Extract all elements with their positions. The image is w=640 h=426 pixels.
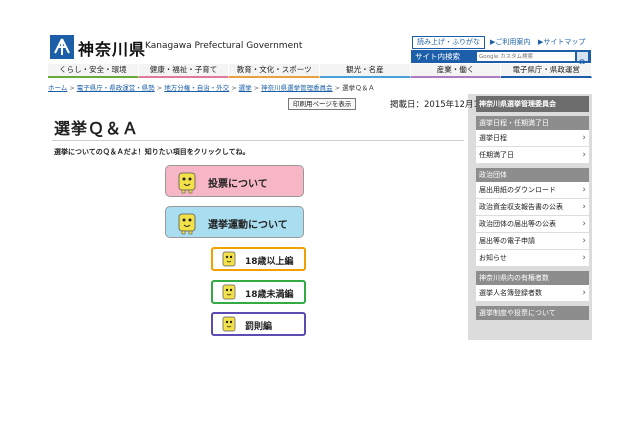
over18-button[interactable]: 18歳以上編 <box>211 247 306 271</box>
campaign-button[interactable]: 選挙運動について <box>165 206 304 238</box>
chevron-right-icon: › <box>582 253 586 263</box>
title-divider <box>52 140 464 141</box>
mascot-icon <box>178 213 196 235</box>
breadcrumb-prefecture[interactable]: 電子県庁・県政運営・県勢 <box>77 84 155 92</box>
under18-button-label: 18歳未満編 <box>245 290 294 300</box>
nav-item-government[interactable]: 電子県庁・県政運営 <box>501 64 593 78</box>
intro-text: 選挙についてのＱ＆Ａだよ！知りたい項目をクリックしてね。 <box>54 148 250 156</box>
chevron-right-icon: › <box>582 202 586 212</box>
side-menu: 神奈川県選挙管理委員会 選挙日程・任期満了日 選挙日程 › 任期満了日 › 政治団体… <box>476 96 589 320</box>
content-area: 印刷用ページを表示 掲載日：2015年12月16日 選挙Ｑ＆Ａ 選挙についてのＱ… <box>48 94 592 340</box>
mascot-icon <box>222 316 236 332</box>
breadcrumb-current: 選挙Ｑ＆Ａ <box>342 84 375 92</box>
nav-item-life[interactable]: くらし・安全・環境 <box>48 64 139 78</box>
side-section-voters: 神奈川県内の有権者数 <box>476 271 589 285</box>
nav-item-education[interactable]: 教育・文化・スポーツ <box>229 64 321 78</box>
voting-button[interactable]: 投票について <box>165 165 304 197</box>
breadcrumb-committee[interactable]: 神奈川県選挙管理委員会 <box>261 84 333 92</box>
global-nav: くらし・安全・環境 健康・福祉・子育て 教育・文化・スポーツ 観光・名産 産業・… <box>48 64 593 78</box>
guide-link[interactable]: ▶ご利用案内 <box>490 37 530 47</box>
chevron-right-icon: › <box>582 219 586 229</box>
search-button[interactable] <box>577 52 588 66</box>
mascot-icon <box>178 172 196 194</box>
search-input[interactable] <box>477 52 575 61</box>
breadcrumb-autonomy[interactable]: 地方分権・自治・外交 <box>164 84 229 92</box>
chevron-right-icon: › <box>582 288 586 298</box>
site-search: サイト内検索 <box>411 50 591 66</box>
web-page: 神奈川県 Kanagawa Prefectural Government 読み上… <box>0 0 640 340</box>
side-item-schedule[interactable]: 選挙日程 › <box>476 130 589 147</box>
print-button[interactable]: 印刷用ページを表示 <box>288 98 357 110</box>
campaign-button-label: 選挙運動について <box>208 220 288 231</box>
site-logo-text[interactable]: 神奈川県 <box>78 36 146 60</box>
chevron-right-icon: › <box>582 185 586 195</box>
voting-button-label: 投票について <box>208 179 268 190</box>
breadcrumb-home[interactable]: ホーム <box>48 84 67 92</box>
penalty-button-label: 罰則編 <box>245 322 273 332</box>
side-section-election-system: 選挙制度や投票について <box>476 306 589 320</box>
page-title: 選挙Ｑ＆Ａ <box>54 119 140 138</box>
breadcrumb: ホーム > 電子県庁・県政運営・県勢 > 地方分権・自治・外交 > 選挙 > 神奈川県選挙管理委… <box>48 84 375 92</box>
site-header: 神奈川県 Kanagawa Prefectural Government 読み上… <box>0 34 640 66</box>
kanagawa-crest-icon[interactable] <box>50 35 74 59</box>
read-aloud-button[interactable]: 読み上げ・ふりがな <box>412 36 485 49</box>
chevron-right-icon: › <box>582 133 586 143</box>
nav-item-industry[interactable]: 産業・働く <box>410 64 502 78</box>
side-menu-heading[interactable]: 神奈川県選挙管理委員会 <box>476 96 589 112</box>
chevron-right-icon: › <box>582 150 586 160</box>
side-item-news[interactable]: お知らせ › <box>476 250 589 267</box>
site-logo-english: Kanagawa Prefectural Government <box>145 41 303 51</box>
side-item-forms-download[interactable]: 届出用紙のダウンロード › <box>476 182 589 199</box>
site-search-label: サイト内検索 <box>415 52 460 61</box>
nav-item-tourism[interactable]: 観光・名産 <box>320 64 411 78</box>
sitemap-link[interactable]: ▶サイトマップ <box>538 37 585 47</box>
side-item-term-end[interactable]: 任期満了日 › <box>476 147 589 164</box>
mascot-icon <box>222 251 236 267</box>
side-section-political-groups: 政治団体 <box>476 168 589 182</box>
mascot-icon <box>222 284 236 300</box>
side-section-schedule: 選挙日程・任期満了日 <box>476 116 589 130</box>
breadcrumb-election[interactable]: 選挙 <box>239 84 252 92</box>
blank-area <box>0 340 640 426</box>
side-item-voter-count[interactable]: 選挙人名簿登録者数 › <box>476 285 589 302</box>
under18-button[interactable]: 18歳未満編 <box>211 280 306 304</box>
side-item-e-application[interactable]: 届出等の電子申請 › <box>476 233 589 250</box>
side-item-notifications-public[interactable]: 政治団体の届出等の公表 › <box>476 216 589 233</box>
penalty-button[interactable]: 罰則編 <box>211 312 306 336</box>
main-content: 印刷用ページを表示 掲載日：2015年12月16日 選挙Ｑ＆Ａ 選挙についてのＱ… <box>48 94 493 340</box>
nav-item-health[interactable]: 健康・福祉・子育て <box>138 64 230 78</box>
chevron-right-icon: › <box>582 236 586 246</box>
side-item-funds-report[interactable]: 政治資金収支報告書の公表 › <box>476 199 589 216</box>
over18-button-label: 18歳以上編 <box>245 257 294 267</box>
